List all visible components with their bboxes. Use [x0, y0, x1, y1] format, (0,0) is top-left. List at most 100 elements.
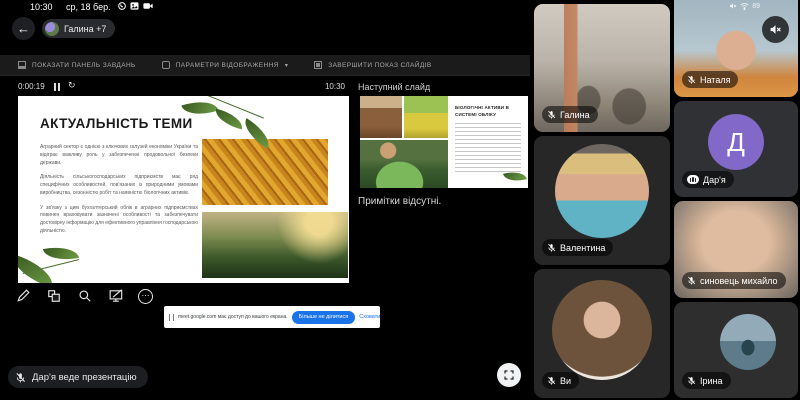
next-slide-text-area: БІОЛОГІЧНІ АКТИВИ В СИСТЕМІ ОБЛІКУ [448, 96, 528, 188]
display-tool-button[interactable] [107, 287, 125, 305]
current-time: 10:30 [325, 82, 345, 91]
mic-off-icon [15, 372, 26, 383]
participant-avatar: Д [708, 114, 764, 170]
end-slideshow-button[interactable]: ЗАВЕРШИТИ ПОКАЗ СЛАЙДІВ [314, 61, 431, 69]
participant-avatar [720, 314, 776, 370]
slide-title: АКТУАЛЬНІСТЬ ТЕМИ [40, 116, 193, 131]
participant-name: синовець михайло [700, 276, 778, 286]
timer-row: 0:00:19 ↻ 10:30 [0, 80, 530, 94]
magnifier-icon [78, 289, 92, 303]
slide-navigator-button[interactable] [45, 287, 63, 305]
display-settings-icon [162, 61, 170, 69]
slide-body-text: Аграрний сектор є однією з ключових галу… [40, 144, 198, 243]
pen-icon [16, 289, 30, 303]
image-notification-icon [130, 2, 139, 10]
current-slide[interactable]: АКТУАЛЬНІСТЬ ТЕМИ Аграрний сектор є одні… [18, 96, 349, 283]
participant-name-pill: Ви [542, 372, 579, 389]
ppt-toolbar: ПОКАЗАТИ ПАНЕЛЬ ЗАВДАНЬ ПАРАМЕТРИ ВІДОБР… [0, 55, 530, 76]
more-tools-button[interactable]: ⋯ [138, 289, 153, 304]
participant-tile-natalya[interactable]: 89 Наталя [674, 0, 798, 97]
show-taskbar-label: ПОКАЗАТИ ПАНЕЛЬ ЗАВДАНЬ [32, 62, 136, 69]
mic-off-icon [547, 376, 556, 385]
share-indicator-icon [169, 314, 174, 321]
status-time: 10:30 [30, 2, 53, 12]
more-icon: ⋯ [142, 292, 150, 300]
device-status-overlay: 89 [729, 2, 760, 10]
mic-off-icon [547, 110, 556, 119]
participant-name-pill: Ірина [682, 372, 731, 389]
group-avatar [45, 22, 59, 36]
display-settings-label: ПАРАМЕТРИ ВІДОБРАЖЕННЯ [176, 62, 279, 69]
show-taskbar-button[interactable]: ПОКАЗАТИ ПАНЕЛЬ ЗАВДАНЬ [18, 61, 136, 69]
end-slideshow-label: ЗАВЕРШИТИ ПОКАЗ СЛАЙДІВ [328, 62, 431, 69]
next-slide-images [360, 96, 448, 188]
participant-tile-valentyna[interactable]: Валентина [534, 136, 670, 265]
mic-off-icon [687, 376, 696, 385]
chevron-down-icon: ▾ [285, 62, 288, 69]
leaf-decoration [18, 254, 58, 283]
slide-paragraph: Діяльність сільськогосподарських підприє… [40, 174, 198, 197]
back-icon: ← [17, 21, 30, 36]
slideshow-timer: 0:00:19 [18, 82, 45, 91]
participant-tile-self[interactable]: Ви [534, 269, 670, 398]
yellow-field-photo [404, 96, 448, 138]
participant-tile-iryna[interactable]: Ірина [674, 302, 798, 398]
next-slide-heading: Наступний слайд [358, 82, 430, 92]
phone-app-icon [118, 2, 126, 10]
participant-tile-mykhailo[interactable]: синовець михайло [674, 201, 798, 298]
farmer-photo [360, 140, 448, 188]
participant-avatar [555, 144, 649, 238]
participant-name: Галина [560, 110, 590, 120]
stop-sharing-button[interactable]: Більше не ділитися [292, 311, 356, 324]
battery-level: 89 [752, 3, 760, 10]
corn-photo [202, 139, 328, 205]
participant-name: Валентина [560, 243, 605, 253]
status-bar: 10:30 ср, 18 бер. [0, 0, 530, 15]
fullscreen-button[interactable] [497, 363, 521, 387]
participant-name: Дар'я [703, 175, 726, 185]
presenting-status-pill[interactable]: Дар'я веде презентацію [8, 366, 148, 388]
presenting-status-text: Дар'я веде презентацію [32, 372, 137, 383]
leaf-decoration [213, 109, 245, 130]
hide-notification-link[interactable]: Сховати [359, 314, 380, 320]
slide-paragraph: Аграрний сектор є однією з ключових галу… [40, 144, 198, 167]
participant-name-pill: Галина [542, 106, 598, 123]
audio-muted-bubble [762, 16, 789, 43]
slide-paragraph: У зв'язку з цим бухгалтерський облік в а… [40, 205, 198, 236]
fullscreen-icon [503, 369, 515, 381]
wifi-icon [740, 2, 749, 10]
speaking-indicator-icon [687, 175, 699, 184]
participant-tile-darya[interactable]: Д Дар'я [674, 101, 798, 197]
status-notification-icons [118, 2, 153, 10]
back-button[interactable]: ← [12, 17, 35, 40]
camera-notification-icon [143, 2, 153, 10]
next-slide-thumbnail[interactable]: БІОЛОГІЧНІ АКТИВИ В СИСТЕМІ ОБЛІКУ [360, 96, 528, 188]
pen-tool-button[interactable] [14, 287, 32, 305]
mic-off-icon [687, 276, 696, 285]
participant-avatar [552, 280, 652, 380]
share-notification-message: meet.google.com має доступ до вашого екр… [178, 314, 288, 320]
participant-name-pill: Наталя [682, 71, 738, 88]
speaker-off-icon [769, 23, 782, 36]
participant-tile-galina[interactable]: Галина [534, 4, 670, 132]
participant-name-pill: синовець михайло [682, 272, 786, 289]
end-slideshow-icon [314, 61, 322, 69]
mic-off-icon [547, 243, 556, 252]
taskbar-icon [18, 61, 26, 69]
mic-off-icon [687, 75, 696, 84]
next-slide-title: БІОЛОГІЧНІ АКТИВИ В СИСТЕМІ ОБЛІКУ [455, 104, 521, 118]
presenter-notes: Примітки відсутні. [358, 196, 441, 207]
field-photo [202, 212, 348, 278]
participant-name: Ви [560, 376, 571, 386]
participants-pill[interactable]: Галина +7 [42, 19, 115, 38]
participant-name-pill: Дар'я [682, 171, 734, 188]
restart-timer-icon[interactable]: ↻ [68, 80, 76, 91]
next-slide-body-placeholder [455, 123, 521, 175]
volume-muted-icon [729, 2, 737, 10]
pause-timer-icon[interactable] [54, 83, 60, 91]
zoom-tool-button[interactable] [76, 287, 94, 305]
avatar-letter: Д [727, 127, 745, 158]
participant-name-pill: Валентина [542, 239, 613, 256]
participants-pill-label: Галина +7 [64, 24, 106, 34]
display-settings-button[interactable]: ПАРАМЕТРИ ВІДОБРАЖЕННЯ ▾ [162, 61, 289, 69]
